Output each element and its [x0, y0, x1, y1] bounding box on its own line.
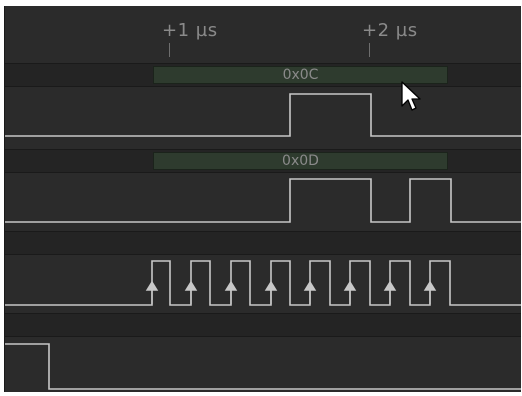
time-ruler[interactable]: +1 µs +2 µs: [5, 6, 521, 62]
decoder-row-1[interactable]: 0x0C: [5, 63, 521, 87]
time-tick-label-2us: +2 µs: [362, 20, 418, 41]
decoder-row-4[interactable]: [5, 313, 521, 337]
mouse-pointer-icon: [401, 81, 421, 111]
channel-3-clock-trace[interactable]: [5, 255, 521, 313]
decoder-row-3[interactable]: [5, 231, 521, 255]
decoded-byte-2[interactable]: 0x0D: [153, 152, 448, 170]
time-tick-mark-1us: [169, 43, 170, 57]
time-tick-mark-2us: [369, 43, 370, 57]
logic-analyzer-view[interactable]: +1 µs +2 µs 0x0C 0x0D: [4, 6, 521, 392]
time-tick-label-1us: +1 µs: [162, 20, 218, 41]
channel-4-trace[interactable]: [5, 337, 521, 392]
decoder-row-2[interactable]: 0x0D: [5, 149, 521, 173]
channel-2-trace[interactable]: [5, 173, 521, 231]
channel-1-trace[interactable]: [5, 87, 521, 150]
